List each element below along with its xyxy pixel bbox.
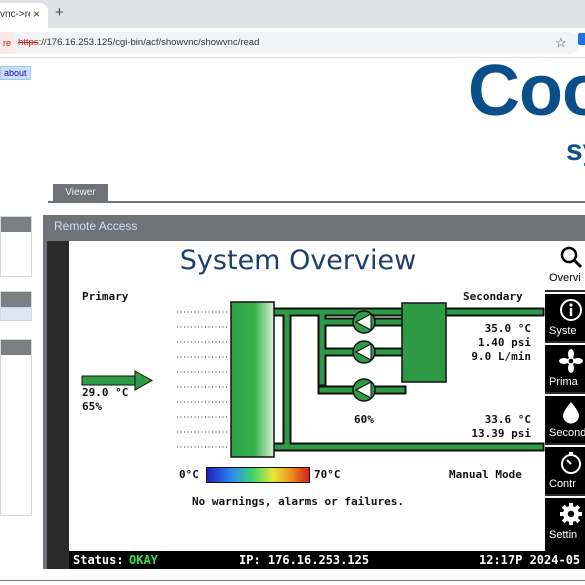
menu-item-label: Syste [549, 325, 577, 337]
droplet-icon [563, 402, 579, 424]
close-tab-icon[interactable]: × [33, 3, 40, 26]
page-title: System Overview [179, 245, 417, 276]
pump-icon [352, 310, 376, 334]
menu-item-label: Contr [549, 478, 576, 490]
primary-label: Primary [82, 290, 129, 303]
info-icon [560, 299, 582, 321]
menu-item-label: Prima [549, 376, 578, 388]
overview-screen: System Overview Primary Secondary 29.0 °… [69, 241, 545, 551]
browser-tab[interactable]: vnc->re × [0, 3, 48, 28]
url-scheme: https [18, 37, 39, 48]
pump-icon [352, 378, 376, 402]
menu-item-system[interactable]: Syste [545, 292, 585, 341]
primary-percent: 65% [82, 400, 102, 413]
secondary-flow-rate: 9.0 L/min [471, 350, 531, 363]
primary-flow-lines [177, 311, 227, 448]
status-badge: OKAY [129, 553, 158, 567]
primary-temperature: 29.0 °C [82, 386, 129, 399]
extension-icon[interactable] [578, 33, 585, 45]
tab-title: vnc->re [0, 9, 30, 20]
secondary-return-temperature: 33.6 °C [484, 413, 531, 426]
temperature-legend-bar [206, 467, 310, 483]
page-bottom-rule [0, 580, 585, 581]
menu-item-label: Second [549, 427, 585, 439]
remote-access-header: Remote Access [43, 215, 585, 238]
legend-max-label: 70°C [314, 468, 341, 481]
tab-bar-rule [48, 201, 585, 203]
about-link[interactable]: about [0, 66, 31, 80]
secondary-supply-pressure: 1.40 psi [478, 336, 531, 349]
gear-icon [560, 503, 582, 525]
sidebar-panel-header [1, 340, 31, 355]
secondary-supply-temperature: 35.0 °C [484, 322, 531, 335]
browser-tabstrip: vnc->re × + [0, 0, 585, 28]
secondary-label: Secondary [463, 290, 523, 303]
menu-item-settings[interactable]: Settin [545, 496, 585, 551]
sidebar-panel-header [1, 292, 31, 307]
menu-item-label: Settin [549, 529, 578, 541]
sidebar-panel [0, 291, 32, 321]
menu-item-overview[interactable]: Overvi [545, 241, 585, 290]
new-tab-button[interactable]: + [55, 4, 64, 21]
not-secure-badge[interactable]: re [0, 32, 15, 54]
timer-icon [561, 452, 581, 474]
ip-address: IP: 176.16.253.125 [239, 553, 370, 567]
vnc-display[interactable]: System Overview Primary Secondary 29.0 °… [47, 241, 585, 569]
company-logo: Coo [468, 51, 585, 131]
mode-indicator: Manual Mode [449, 468, 522, 481]
sidebar-item[interactable] [1, 307, 31, 320]
fan-icon [559, 349, 583, 373]
url-text[interactable]: https://176.16.253.125/cgi-bin/acf/showv… [18, 32, 259, 54]
company-logo-subtitle: sy [566, 134, 585, 167]
status-bar: Status: OKAY IP: 176.16.253.125 12:17P 2… [69, 551, 585, 569]
menu-item-control[interactable]: Contr [545, 445, 585, 494]
warnings-message: No warnings, alarms or failures. [192, 495, 404, 508]
menu-item-label: Overvi [549, 272, 581, 284]
sidebar-panel [0, 216, 32, 277]
datetime: 12:17P 2024-05 [479, 553, 581, 567]
pump-icon [352, 340, 376, 364]
menu-item-secondary[interactable]: Second [545, 394, 585, 443]
legend-min-label: 0°C [179, 468, 199, 481]
status-label: Status: [73, 553, 124, 567]
sidebar-panel [0, 339, 32, 516]
heat-exchanger [230, 301, 275, 458]
search-icon [560, 246, 583, 269]
valve-position: 60% [354, 413, 374, 426]
menu-item-primary[interactable]: Prima [545, 343, 585, 392]
tab-viewer[interactable]: Viewer [53, 184, 108, 202]
secondary-return-pressure: 13.39 psi [471, 427, 531, 440]
remote-access-title: Remote Access [54, 219, 138, 233]
hmi-menu: Overvi Syste Prima Second Contr Settin [545, 241, 585, 551]
url-path: ://176.16.253.125/cgi-bin/acf/showvnc/sh… [38, 37, 260, 48]
sidebar-panel-header [1, 217, 31, 232]
